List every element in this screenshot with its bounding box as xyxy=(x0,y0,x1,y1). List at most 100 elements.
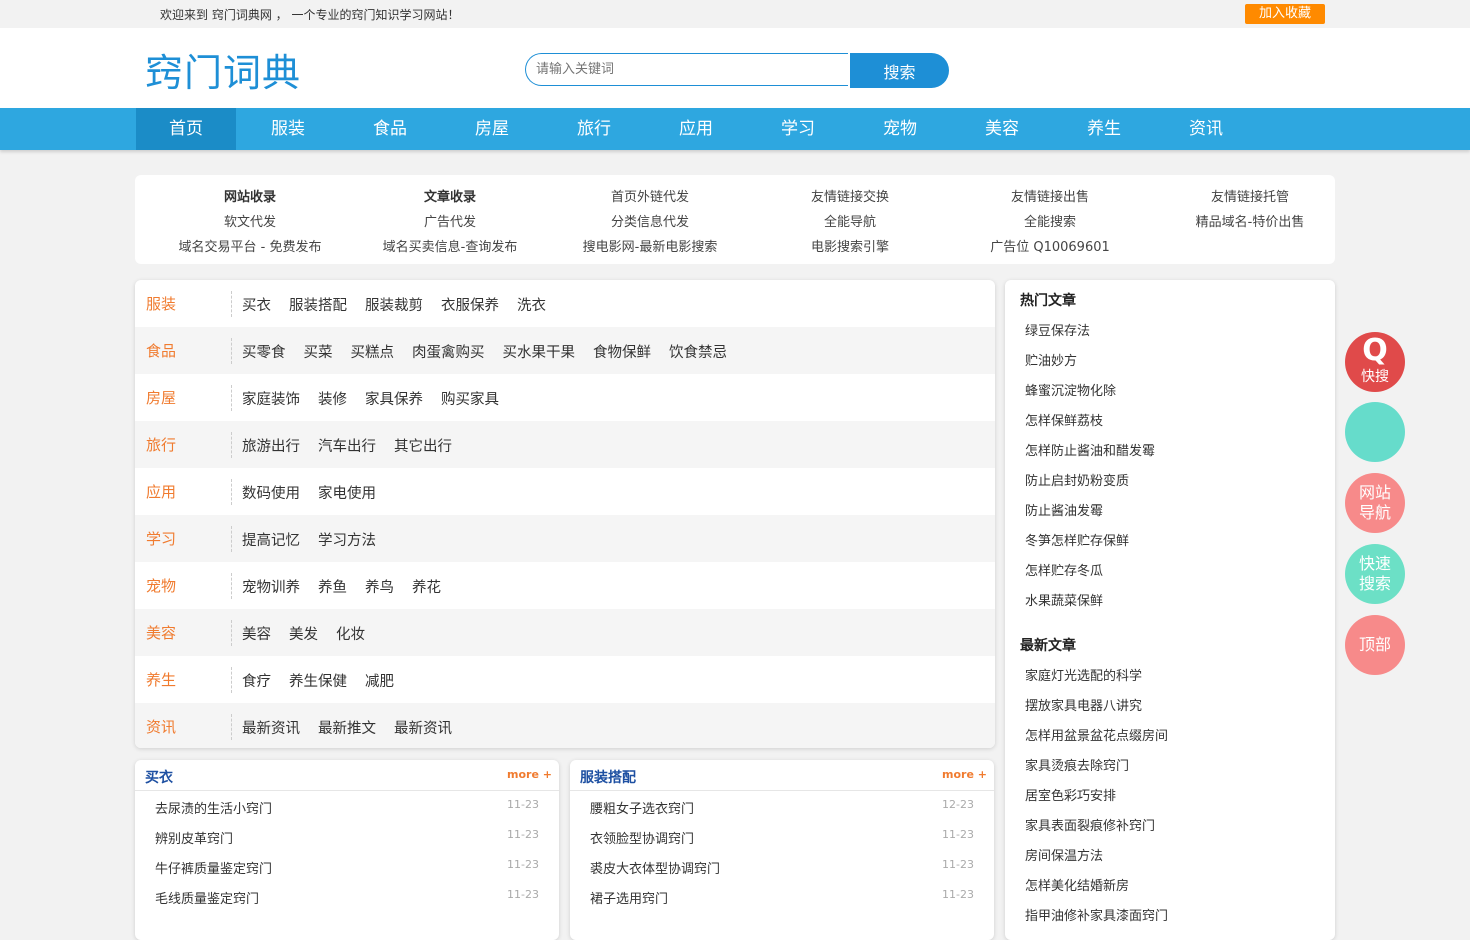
subcategory-link[interactable]: 家电使用 xyxy=(318,486,376,502)
site-nav-float-button[interactable]: 网站 导航 xyxy=(1345,473,1405,533)
link-item[interactable]: 广告位 Q10069601 xyxy=(950,236,1150,255)
subcategory-link[interactable]: 养鸟 xyxy=(365,580,394,596)
subcategory-link[interactable]: 汽车出行 xyxy=(318,439,376,455)
link-item[interactable]: 分类信息代发 xyxy=(550,211,750,230)
hot-article-link[interactable]: 怎样贮存冬瓜 xyxy=(1025,560,1103,579)
more-link[interactable]: more + xyxy=(507,768,552,781)
subcategory-link[interactable]: 饮食禁忌 xyxy=(669,345,727,361)
nav-item-pets[interactable]: 宠物 xyxy=(850,108,950,150)
category-name[interactable]: 美容 xyxy=(146,622,176,643)
category-name[interactable]: 养生 xyxy=(146,669,176,690)
subcategory-link[interactable]: 家具保养 xyxy=(365,392,423,408)
article-link[interactable]: 裘皮大衣体型协调窍门 xyxy=(590,862,720,877)
quick-search-float-button[interactable]: Q 快搜 xyxy=(1345,332,1405,392)
nav-item-home[interactable]: 首页 xyxy=(136,108,236,150)
subcategory-link[interactable]: 学习方法 xyxy=(318,533,376,549)
subcategory-link[interactable]: 肉蛋禽购买 xyxy=(412,345,485,361)
nav-item-travel[interactable]: 旅行 xyxy=(544,108,644,150)
new-article-link[interactable]: 摆放家具电器八讲究 xyxy=(1025,695,1142,714)
nav-item-beauty[interactable]: 美容 xyxy=(952,108,1052,150)
new-article-link[interactable]: 怎样用盆景盆花点缀房间 xyxy=(1025,725,1168,744)
subcategory-link[interactable]: 美容 xyxy=(242,627,271,643)
article-link[interactable]: 牛仔裤质量鉴定窍门 xyxy=(155,862,272,877)
link-item[interactable]: 全能搜索 xyxy=(950,211,1150,230)
search-input[interactable] xyxy=(525,53,848,86)
subcategory-link[interactable]: 旅游出行 xyxy=(242,439,300,455)
hot-article-link[interactable]: 冬笋怎样贮存保鲜 xyxy=(1025,530,1129,549)
subcategory-link[interactable]: 养生保健 xyxy=(289,674,347,690)
subcategory-link[interactable]: 买水果干果 xyxy=(503,345,576,361)
subcategory-link[interactable]: 服装搭配 xyxy=(289,298,347,314)
nav-item-health[interactable]: 养生 xyxy=(1054,108,1154,150)
subcategory-link[interactable]: 宠物训养 xyxy=(242,580,300,596)
nav-item-apps[interactable]: 应用 xyxy=(646,108,746,150)
subcategory-link[interactable]: 养花 xyxy=(412,580,441,596)
category-name[interactable]: 旅行 xyxy=(146,434,176,455)
link-item[interactable]: 全能导航 xyxy=(750,211,950,230)
subcategory-link[interactable]: 买菜 xyxy=(304,345,333,361)
subcategory-link[interactable]: 最新资讯 xyxy=(242,721,300,737)
category-name[interactable]: 服装 xyxy=(146,293,176,314)
category-name[interactable]: 应用 xyxy=(146,481,176,502)
subcategory-link[interactable]: 其它出行 xyxy=(394,439,452,455)
hot-article-link[interactable]: 水果蔬菜保鲜 xyxy=(1025,590,1103,609)
hot-article-link[interactable]: 蜂蜜沉淀物化除 xyxy=(1025,380,1116,399)
nav-item-study[interactable]: 学习 xyxy=(748,108,848,150)
subcategory-link[interactable]: 化妆 xyxy=(336,627,365,643)
nav-item-clothing[interactable]: 服装 xyxy=(238,108,338,150)
subcategory-link[interactable]: 养鱼 xyxy=(318,580,347,596)
new-article-link[interactable]: 房间保温方法 xyxy=(1025,845,1103,864)
link-item[interactable]: 友情链接托管 xyxy=(1150,186,1350,205)
site-logo[interactable]: 窍门词典 xyxy=(145,42,301,97)
link-item[interactable]: 域名买卖信息-查询发布 xyxy=(350,236,550,255)
hot-article-link[interactable]: 防止酱油发霉 xyxy=(1025,500,1103,519)
subcategory-link[interactable]: 最新推文 xyxy=(318,721,376,737)
new-article-link[interactable]: 怎样美化结婚新房 xyxy=(1025,875,1129,894)
link-item[interactable]: 文章收录 xyxy=(350,186,550,205)
subcategory-link[interactable]: 数码使用 xyxy=(242,486,300,502)
new-article-link[interactable]: 指甲油修补家具漆面窍门 xyxy=(1025,905,1168,924)
new-article-link[interactable]: 家庭灯光选配的科学 xyxy=(1025,665,1142,684)
float-button-blank[interactable] xyxy=(1345,402,1405,462)
hot-article-link[interactable]: 怎样保鲜荔枝 xyxy=(1025,410,1103,429)
box-title[interactable]: 买衣 xyxy=(145,767,173,787)
category-name[interactable]: 资讯 xyxy=(146,716,176,737)
subcategory-link[interactable]: 服装裁剪 xyxy=(365,298,423,314)
article-link[interactable]: 毛线质量鉴定窍门 xyxy=(155,892,259,907)
subcategory-link[interactable]: 装修 xyxy=(318,392,347,408)
subcategory-link[interactable]: 洗衣 xyxy=(517,298,546,314)
fast-search-float-button[interactable]: 快速 搜索 xyxy=(1345,544,1405,604)
subcategory-link[interactable]: 购买家具 xyxy=(441,392,499,408)
subcategory-link[interactable]: 最新资讯 xyxy=(394,721,452,737)
new-article-link[interactable]: 家具表面裂痕修补窍门 xyxy=(1025,815,1155,834)
category-name[interactable]: 学习 xyxy=(146,528,176,549)
link-item[interactable]: 广告代发 xyxy=(350,211,550,230)
link-item[interactable]: 友情链接交换 xyxy=(750,186,950,205)
article-link[interactable]: 去尿渍的生活小窍门 xyxy=(155,802,272,817)
subcategory-link[interactable]: 食物保鲜 xyxy=(593,345,651,361)
more-link[interactable]: more + xyxy=(942,768,987,781)
subcategory-link[interactable]: 买衣 xyxy=(242,298,271,314)
hot-article-link[interactable]: 怎样防止酱油和醋发霉 xyxy=(1025,440,1155,459)
link-item[interactable]: 网站收录 xyxy=(150,186,350,205)
subcategory-link[interactable]: 衣服保养 xyxy=(441,298,499,314)
article-link[interactable]: 腰粗女子选衣窍门 xyxy=(590,802,694,817)
link-item[interactable]: 软文代发 xyxy=(150,211,350,230)
subcategory-link[interactable]: 提高记忆 xyxy=(242,533,300,549)
link-item[interactable]: 精品域名-特价出售 xyxy=(1150,211,1350,230)
link-item[interactable]: 首页外链代发 xyxy=(550,186,750,205)
article-link[interactable]: 裙子选用窍门 xyxy=(590,892,668,907)
subcategory-link[interactable]: 食疗 xyxy=(242,674,271,690)
new-article-link[interactable]: 居室色彩巧安排 xyxy=(1025,785,1116,804)
category-name[interactable]: 房屋 xyxy=(146,387,176,408)
nav-item-house[interactable]: 房屋 xyxy=(442,108,542,150)
subcategory-link[interactable]: 家庭装饰 xyxy=(242,392,300,408)
hot-article-link[interactable]: 防止启封奶粉变质 xyxy=(1025,470,1129,489)
article-link[interactable]: 辨别皮革窍门 xyxy=(155,832,233,847)
link-item[interactable]: 域名交易平台 - 免费发布 xyxy=(150,236,350,255)
add-favorite-button[interactable]: 加入收藏 xyxy=(1245,4,1325,24)
subcategory-link[interactable]: 买糕点 xyxy=(351,345,395,361)
subcategory-link[interactable]: 买零食 xyxy=(242,345,286,361)
link-item[interactable]: 搜电影网-最新电影搜索 xyxy=(550,236,750,255)
new-article-link[interactable]: 家具烫痕去除窍门 xyxy=(1025,755,1129,774)
